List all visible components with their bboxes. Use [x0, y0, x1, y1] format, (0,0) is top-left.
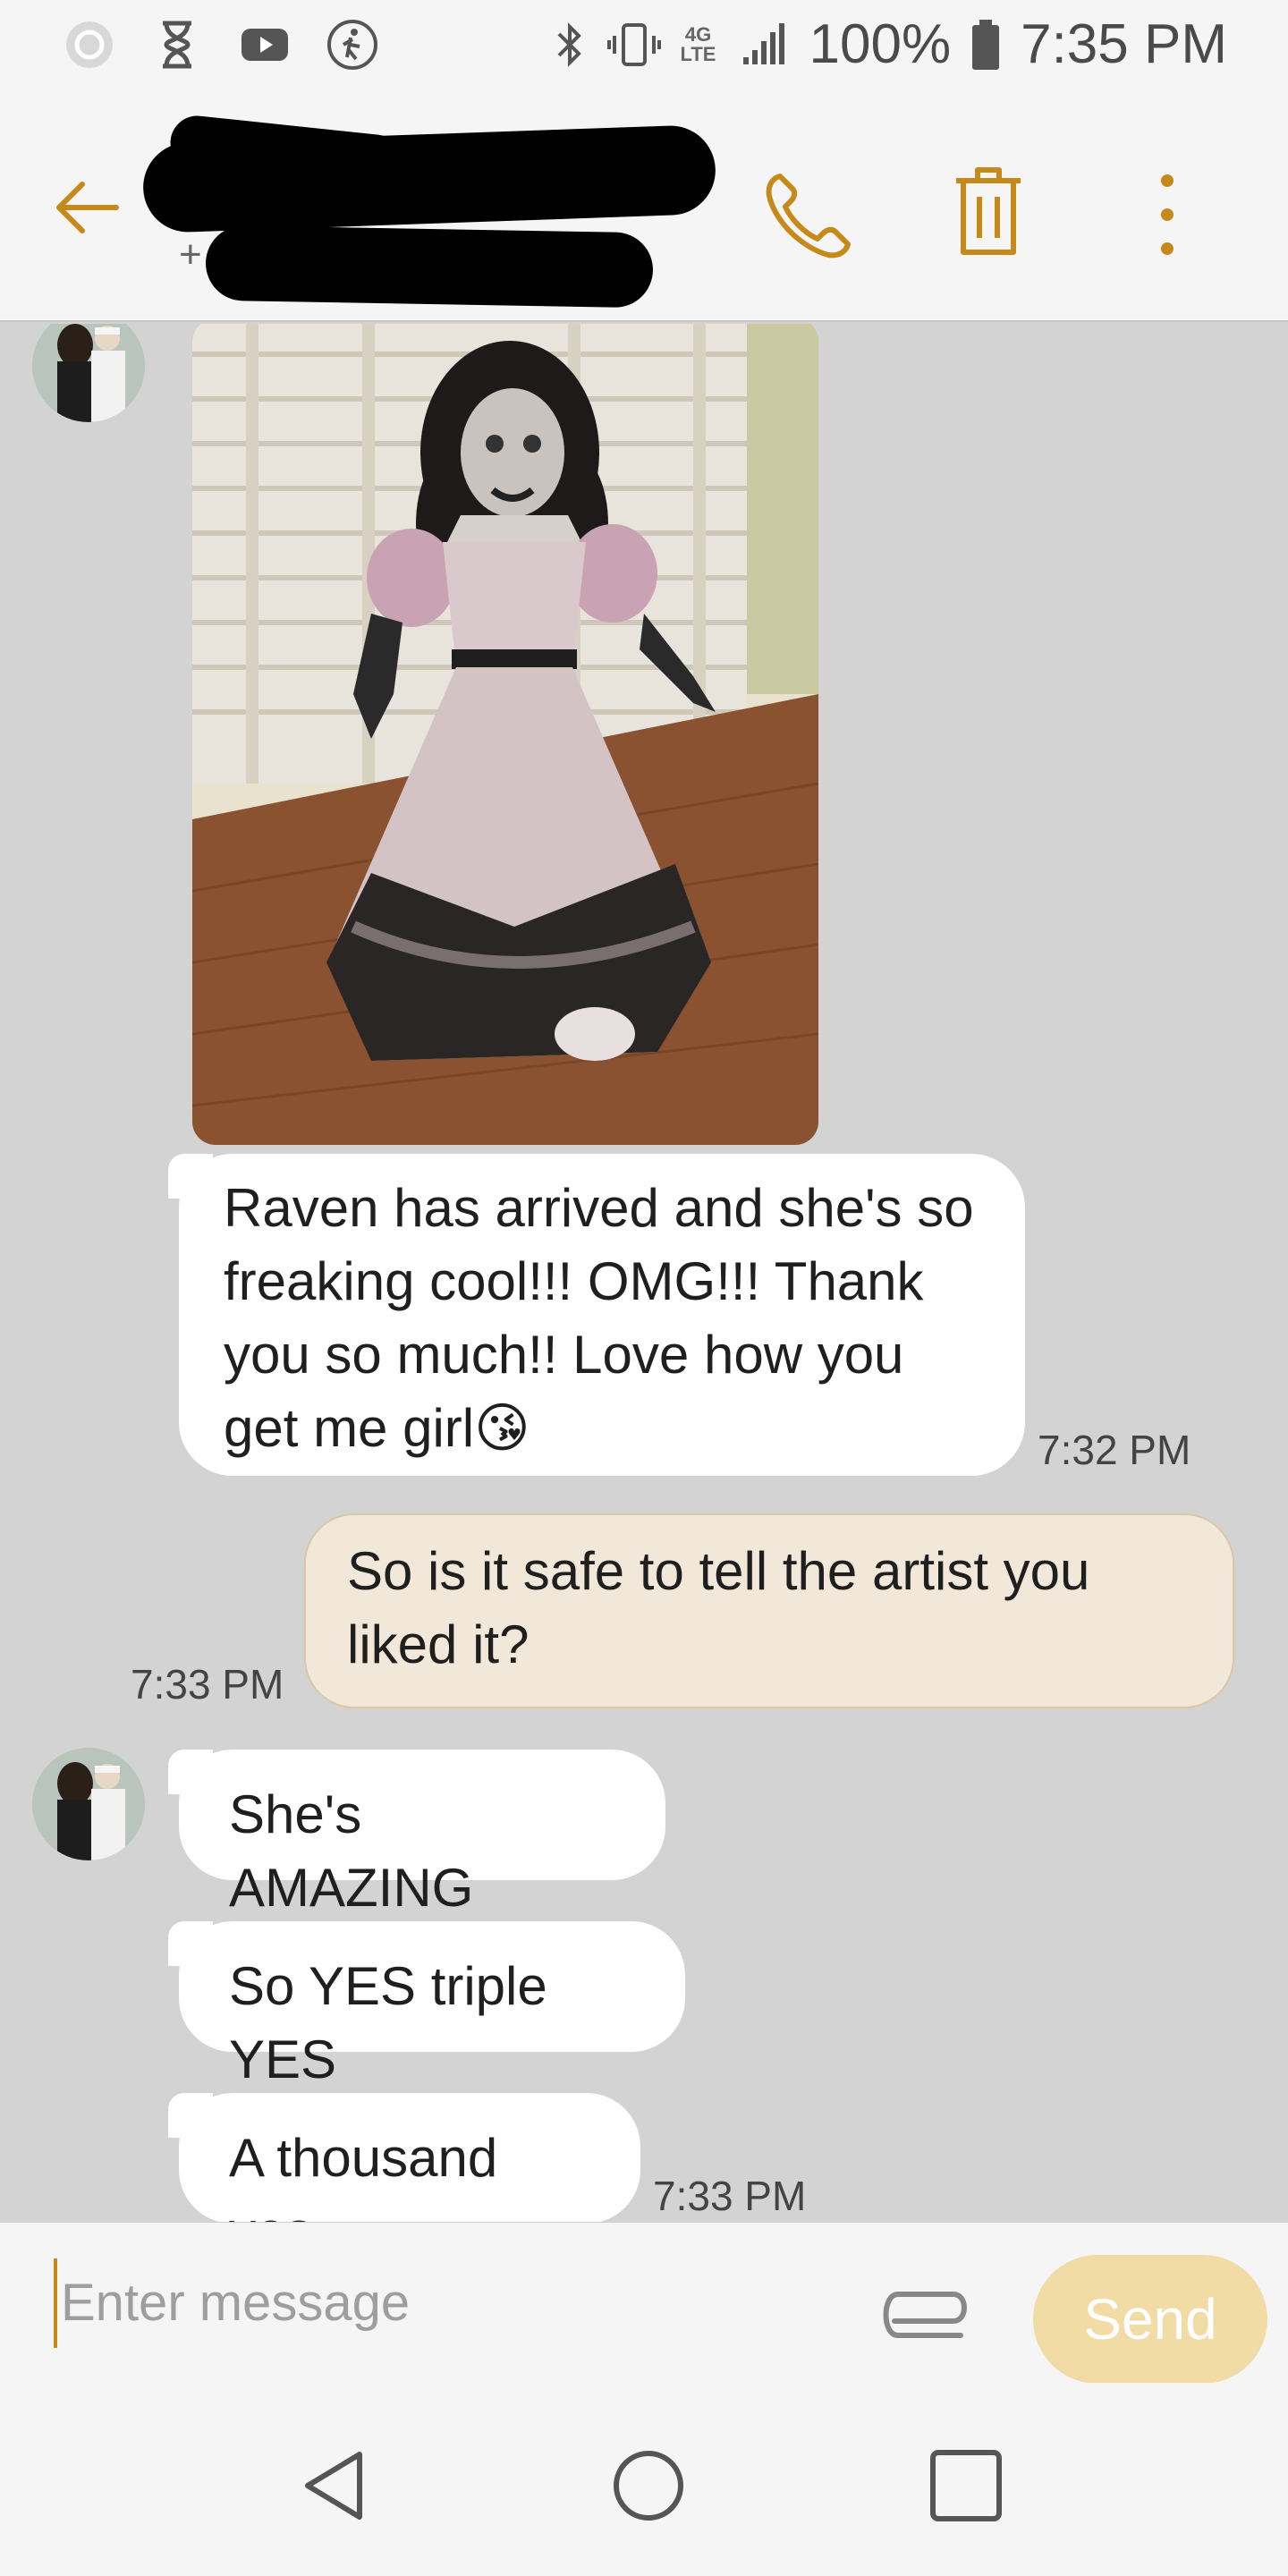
redaction-mark: [205, 225, 654, 309]
trash-icon[interactable]: [944, 163, 1033, 261]
youtube-icon: [242, 29, 288, 61]
message-input[interactable]: Enter message: [54, 2258, 823, 2348]
contact-avatar[interactable]: [32, 324, 145, 422]
message-line: A thousand yes: [229, 2128, 498, 2222]
contact-number-redacted: +: [179, 225, 662, 309]
contact-avatar[interactable]: [32, 1748, 145, 1860]
status-bar-left-icons: [63, 18, 379, 72]
accessibility-icon: [327, 20, 377, 70]
system-nav-bar: [0, 2383, 1288, 2576]
status-bar: 4G LTE 100% 7:35 PM: [0, 0, 1288, 98]
home-circle-icon[interactable]: [599, 2436, 698, 2535]
vibrate-icon: [606, 22, 661, 66]
message-line: freaking cool!!! OMG!!! Thank: [224, 1251, 924, 1311]
message-image[interactable]: [192, 324, 818, 1145]
message-line: get me girl😘: [224, 1392, 980, 1465]
recents-square-icon[interactable]: [917, 2436, 1015, 2535]
message-composer: Enter message Send: [0, 2222, 1288, 2384]
message-line: So YES triple YES: [229, 1956, 547, 2089]
contact-prefix: +: [179, 233, 202, 276]
hourglass-icon: [163, 21, 191, 69]
battery-icon: [972, 19, 1000, 70]
back-arrow-icon[interactable]: [45, 163, 134, 252]
outgoing-message[interactable]: So is it safe to tell the artist you lik…: [304, 1513, 1234, 1708]
kiss-emoji-icon: 😘: [474, 1398, 530, 1458]
more-options-icon[interactable]: [1127, 161, 1208, 268]
incoming-message[interactable]: So YES triple YES: [168, 1921, 685, 2089]
incoming-message[interactable]: She's AMAZING: [168, 1750, 665, 1918]
message-line: Raven has arrived and she's so: [224, 1178, 974, 1238]
back-triangle-icon[interactable]: [286, 2436, 385, 2535]
message-timestamp: 7:33 PM: [653, 2173, 807, 2219]
message-line: you so much!! Love how you: [224, 1325, 904, 1385]
avatar-photo: [32, 324, 145, 422]
network-type: 4G LTE: [680, 22, 716, 65]
incoming-message[interactable]: Raven has arrived and she's so freaking …: [168, 1154, 1025, 1476]
doll-photo: [192, 324, 818, 1145]
status-bar-right-icons: 4G LTE 100% 7:35 PM: [552, 13, 1227, 76]
message-line: So is it safe to tell the artist you: [347, 1541, 1090, 1601]
phone-icon[interactable]: [760, 165, 859, 264]
avatar-photo: [32, 1748, 145, 1860]
message-line-text: get me girl: [224, 1398, 475, 1458]
message-timestamp: 7:33 PM: [131, 1661, 284, 1707]
send-button[interactable]: Send: [1033, 2255, 1267, 2384]
clock: 7:35 PM: [1021, 13, 1227, 75]
battery-percent: 100%: [809, 13, 952, 75]
paperclip-icon[interactable]: [868, 2267, 984, 2348]
signal-icon: [742, 22, 784, 64]
app-icon: [66, 21, 113, 68]
contact-name-redacted[interactable]: [141, 113, 717, 234]
bluetooth-icon: [557, 21, 581, 67]
incoming-message[interactable]: A thousand yes: [168, 2093, 640, 2222]
conversation-header: +: [0, 98, 1288, 322]
message-line: She's AMAZING: [229, 1784, 474, 1918]
message-timestamp: 7:32 PM: [1038, 1427, 1191, 1473]
message-list[interactable]: Raven has arrived and she's so freaking …: [0, 324, 1288, 2222]
message-line: liked it?: [347, 1614, 530, 1674]
